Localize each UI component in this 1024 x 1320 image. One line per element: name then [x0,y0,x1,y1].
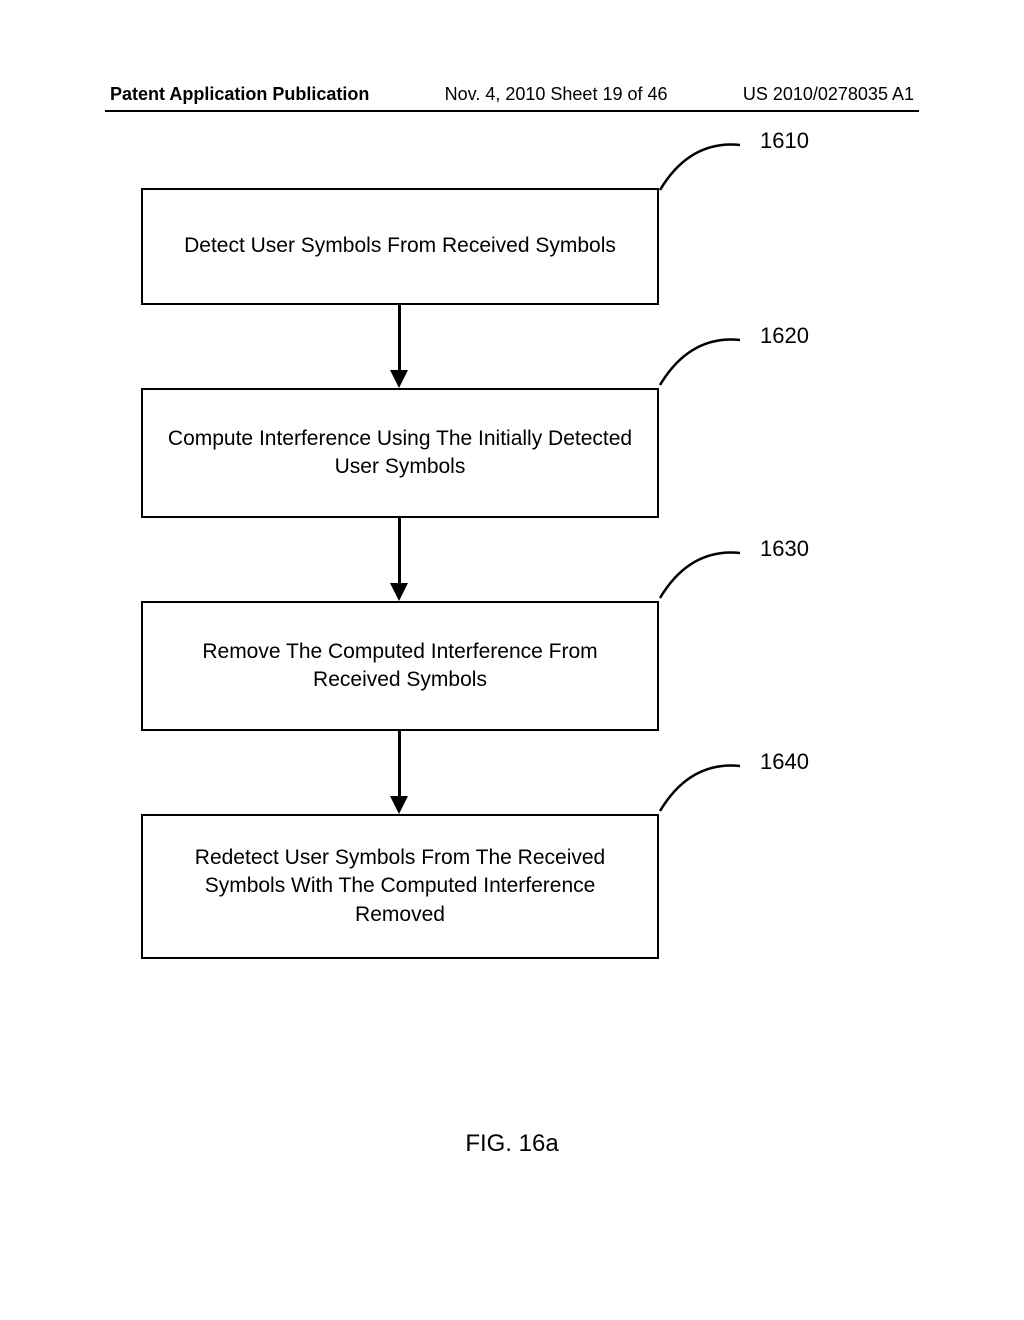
leader-1620 [650,325,770,395]
flow-step-1620-text: Compute Interference Using The Initially… [163,425,637,482]
flow-step-1640-text: Redetect User Symbols From The Received … [163,844,637,929]
flow-step-1630: Remove The Computed Interference From Re… [141,601,659,731]
figure-caption: FIG. 16a [0,1130,1024,1158]
label-1620: 1620 [760,323,809,349]
label-1630: 1630 [760,536,809,562]
arrow-3-head [390,796,408,814]
flow-step-1620: Compute Interference Using The Initially… [141,388,659,518]
flow-step-1610: Detect User Symbols From Received Symbol… [141,188,659,305]
label-1610: 1610 [760,128,809,154]
arrow-1-shaft [398,305,401,370]
leader-1630 [650,538,770,608]
flow-step-1630-text: Remove The Computed Interference From Re… [163,638,637,695]
label-1640: 1640 [760,749,809,775]
flow-step-1610-text: Detect User Symbols From Received Symbol… [184,232,616,260]
leader-1640 [650,751,770,821]
arrow-1-head [390,370,408,388]
leader-1610 [650,130,770,200]
arrow-2-head [390,583,408,601]
flowchart: Detect User Symbols From Received Symbol… [0,0,1024,1320]
flow-step-1640: Redetect User Symbols From The Received … [141,814,659,959]
arrow-2-shaft [398,518,401,583]
arrow-3-shaft [398,731,401,796]
